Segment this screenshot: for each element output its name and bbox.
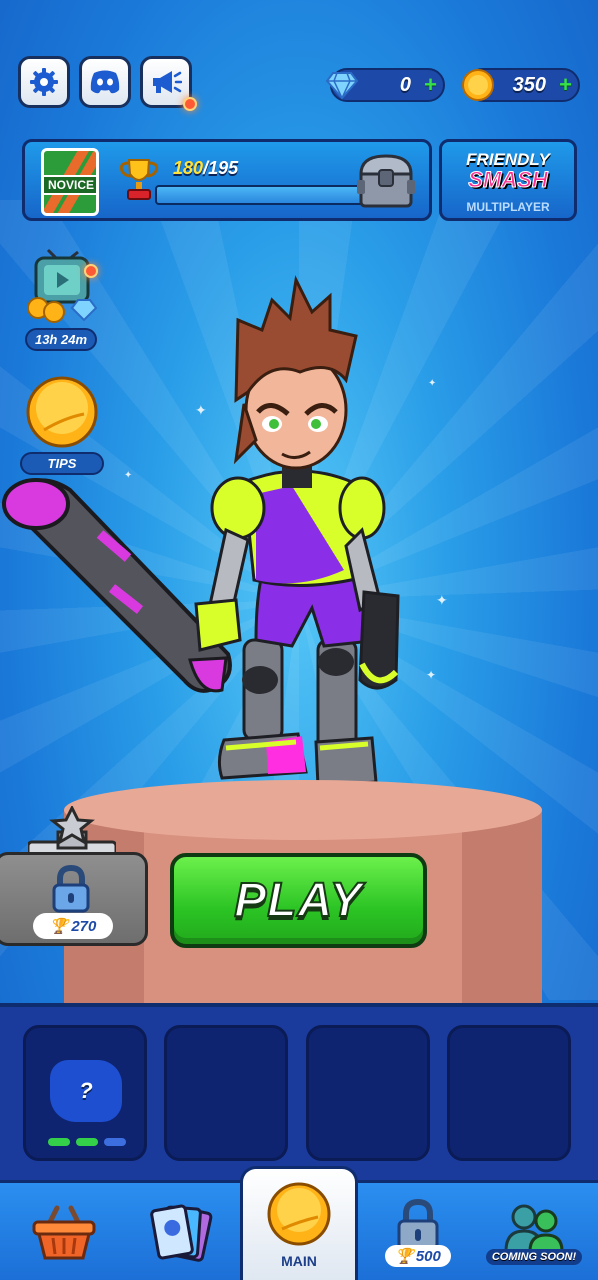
coming-soon-label: COMING SOON! xyxy=(485,1249,583,1265)
nav-social[interactable]: COMING SOON! xyxy=(482,1183,586,1280)
loadout-slots-bar: ? xyxy=(0,1003,598,1183)
friendly-smash-subtitle: MULTIPLAYER xyxy=(466,200,550,214)
play-button-label: PLAY xyxy=(233,873,363,928)
announcements-button[interactable] xyxy=(140,56,197,111)
rank-badge: NOVICE xyxy=(41,148,99,216)
discord-button[interactable] xyxy=(79,56,131,108)
gems-value: 0 xyxy=(399,73,411,96)
cards-icon xyxy=(150,1204,213,1262)
progress-dot xyxy=(48,1138,70,1146)
add-gems-button[interactable]: + xyxy=(424,72,437,98)
settings-button[interactable] xyxy=(18,56,70,108)
trophy-requirement-value: 270 xyxy=(71,917,97,935)
megaphone-icon xyxy=(153,71,182,93)
progress-dot xyxy=(104,1138,126,1146)
trophy-icon: 🏆 xyxy=(49,918,69,935)
mystery-item: ? xyxy=(50,1060,122,1122)
rank-label: NOVICE xyxy=(44,175,96,195)
coin-icon xyxy=(460,67,496,103)
progress-dot xyxy=(76,1138,98,1146)
shop-basket-icon xyxy=(32,1205,96,1260)
slot-progress-dots xyxy=(48,1138,126,1146)
gems-counter[interactable]: 0 + xyxy=(325,68,445,102)
gem-icon xyxy=(324,67,360,103)
friendly-smash-button[interactable]: FRIENDLY SMASH MULTIPLAYER xyxy=(439,139,577,221)
friendly-smash-line2: SMASH xyxy=(468,167,548,192)
slot-mystery[interactable]: ? xyxy=(23,1025,147,1161)
nav-shop[interactable] xyxy=(24,1183,104,1280)
nav-locked[interactable]: 🏆 500 xyxy=(368,1183,468,1280)
trophy-icon: 🏆 xyxy=(395,1248,414,1265)
trophy-current: 180 xyxy=(173,158,204,178)
player-character xyxy=(2,275,400,788)
nav-cards[interactable] xyxy=(142,1183,222,1280)
slot-empty[interactable] xyxy=(306,1025,430,1161)
gear-icon xyxy=(30,68,58,96)
bat-icon xyxy=(2,478,232,693)
add-coins-button[interactable]: + xyxy=(559,72,572,98)
coins-value: 350 xyxy=(512,73,546,96)
trophy-road-panel[interactable]: NOVICE 180/195 xyxy=(22,139,432,221)
nav-main[interactable]: MAIN xyxy=(240,1166,358,1280)
play-button[interactable]: PLAY xyxy=(170,853,427,948)
nav-locked-requirement: 🏆 500 xyxy=(385,1245,451,1267)
lock-icon xyxy=(52,865,90,913)
friends-icon xyxy=(504,1204,564,1253)
notification-dot xyxy=(183,97,197,111)
trophy-progress-text: 180/195 xyxy=(173,158,238,179)
ball-icon xyxy=(267,1182,331,1246)
trophy-max: 195 xyxy=(208,158,239,178)
slot-empty[interactable] xyxy=(447,1025,571,1161)
reward-chest-icon[interactable] xyxy=(355,150,417,212)
discord-icon xyxy=(90,70,120,94)
slot-empty[interactable] xyxy=(164,1025,288,1161)
trophy-progress-fill xyxy=(157,187,375,203)
trophy-requirement-pill: 🏆 270 xyxy=(33,913,113,939)
coins-counter[interactable]: 350 + xyxy=(462,68,580,102)
nav-main-label: MAIN xyxy=(281,1253,317,1269)
nav-locked-value: 500 xyxy=(415,1247,441,1265)
